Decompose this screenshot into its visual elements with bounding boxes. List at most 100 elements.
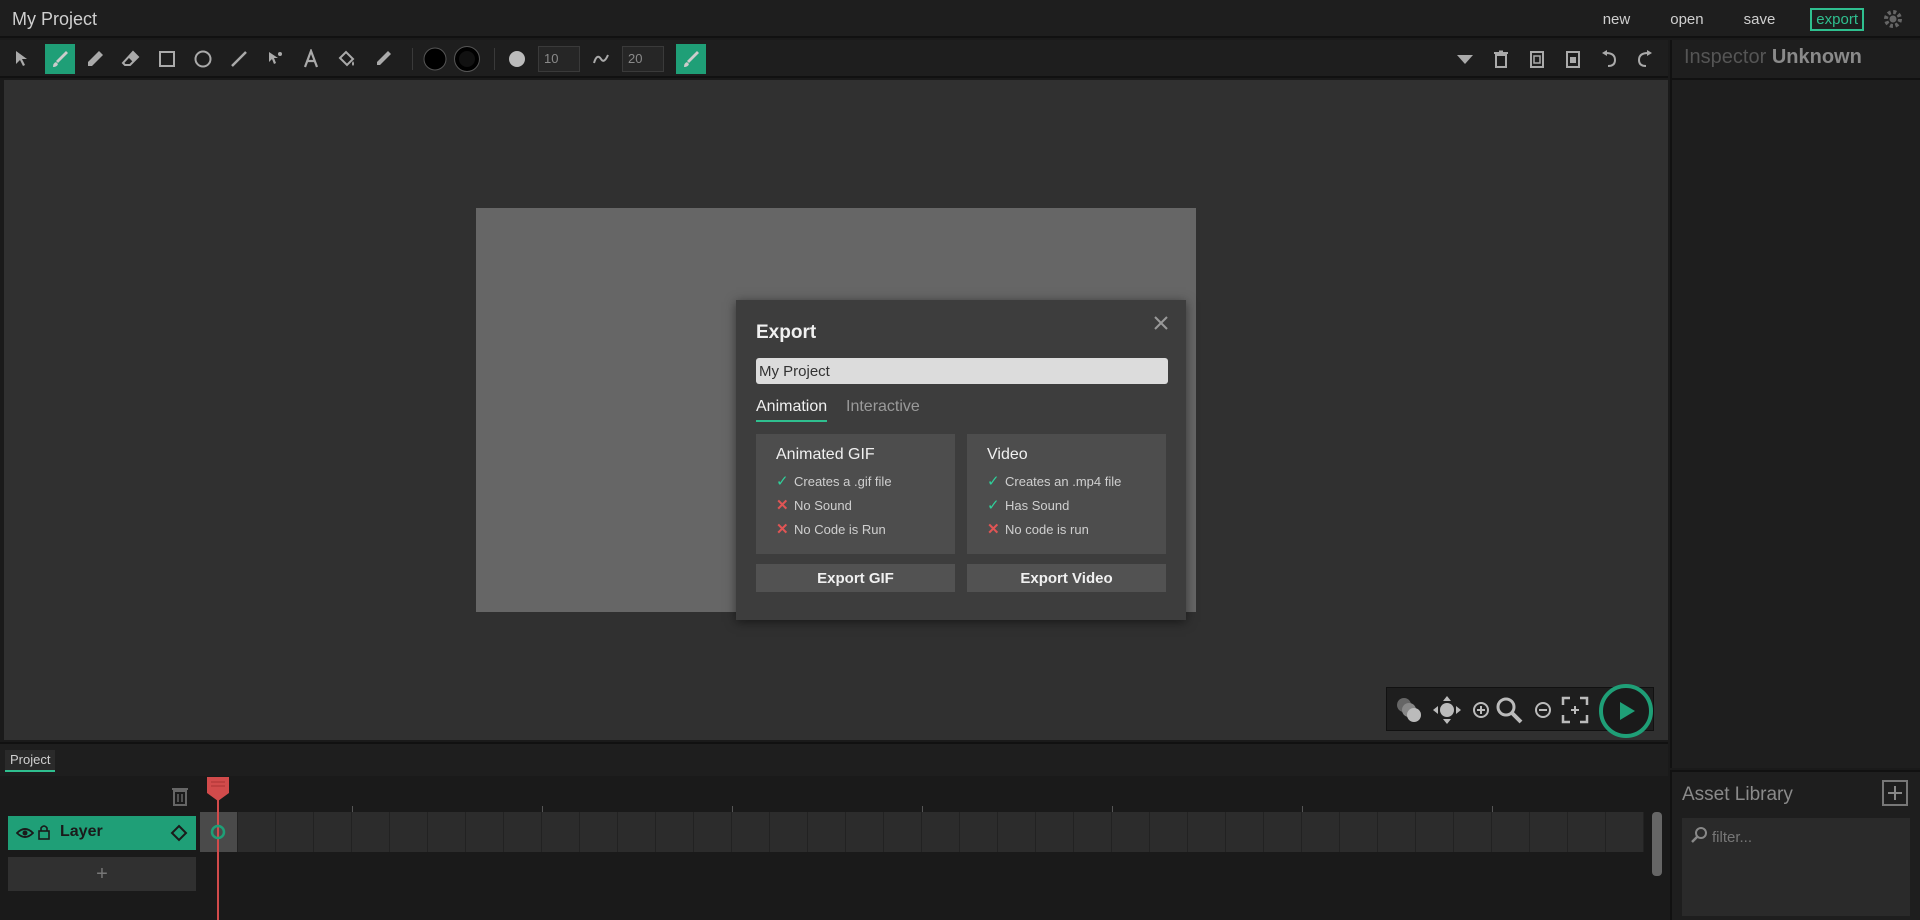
playhead-handle[interactable]: [207, 777, 229, 801]
project-title: My Project: [12, 9, 98, 29]
fill-color-swatch[interactable]: [420, 44, 450, 74]
timeline-frame[interactable]: [656, 812, 694, 852]
timeline-frame[interactable]: [1416, 812, 1454, 852]
text-tool-icon[interactable]: [296, 44, 326, 74]
ellipse-tool-icon[interactable]: [188, 44, 218, 74]
pressure-toggle-icon[interactable]: [676, 44, 706, 74]
rectangle-tool-icon[interactable]: [152, 44, 182, 74]
close-icon[interactable]: [1150, 312, 1172, 334]
eraser-tool-icon[interactable]: [116, 44, 146, 74]
export-video-button[interactable]: Export Video: [967, 564, 1166, 592]
timeline-frame[interactable]: [276, 812, 314, 852]
brush-size-input[interactable]: 10: [538, 46, 580, 72]
timeline-frame[interactable]: [732, 812, 770, 852]
play-button[interactable]: [1599, 684, 1653, 738]
timeline-frame[interactable]: [1492, 812, 1530, 852]
line-tool-icon[interactable]: [224, 44, 254, 74]
pan-move-icon[interactable]: [1431, 694, 1463, 726]
timeline-frame[interactable]: [1112, 812, 1150, 852]
layer-row[interactable]: Layer: [8, 816, 196, 850]
timeline-frame[interactable]: [428, 812, 466, 852]
timeline-frame[interactable]: [314, 812, 352, 852]
cross-icon: ✕: [987, 521, 1000, 538]
cursor-tool-icon[interactable]: [8, 44, 38, 74]
layer-diamond-icon[interactable]: [170, 824, 188, 847]
delete-trash-icon[interactable]: [1486, 44, 1516, 74]
tab-interactive[interactable]: Interactive: [846, 398, 920, 420]
eye-icon[interactable]: [15, 825, 35, 846]
menu-save[interactable]: save: [1739, 9, 1781, 30]
stroke-color-swatch[interactable]: [452, 44, 482, 74]
zoom-magnifier-icon[interactable]: [1493, 694, 1525, 726]
dropdown-caret-icon[interactable]: [1450, 44, 1480, 74]
timeline-frame[interactable]: [352, 812, 390, 852]
timeline-frame[interactable]: [1378, 812, 1416, 852]
export-gif-button[interactable]: Export GIF: [756, 564, 955, 592]
fill-bucket-tool-icon[interactable]: [332, 44, 362, 74]
eyedropper-tool-icon[interactable]: [368, 44, 398, 74]
toolbar-separator: [412, 48, 413, 70]
menu-export[interactable]: export: [1810, 7, 1864, 31]
timeline-frame[interactable]: [504, 812, 542, 852]
copy-icon[interactable]: [1522, 44, 1552, 74]
undo-icon[interactable]: [1594, 44, 1624, 74]
timeline-frame[interactable]: [1530, 812, 1568, 852]
timeline-frame[interactable]: [1188, 812, 1226, 852]
timeline-frame[interactable]: [998, 812, 1036, 852]
tab-project[interactable]: Project: [5, 750, 56, 772]
keyframe-icon[interactable]: [208, 822, 228, 847]
smoothing-input[interactable]: 20: [622, 46, 664, 72]
pencil-tool-icon[interactable]: [80, 44, 110, 74]
timeline-frame[interactable]: [390, 812, 428, 852]
redo-icon[interactable]: [1630, 44, 1660, 74]
timeline-frame[interactable]: [238, 812, 276, 852]
timeline-frame[interactable]: [808, 812, 846, 852]
asset-library-title: Asset Library: [1682, 784, 1793, 805]
timeline-frame[interactable]: [884, 812, 922, 852]
onion-skin-icon[interactable]: [1393, 694, 1425, 726]
timeline-frame[interactable]: [1302, 812, 1340, 852]
layer-name[interactable]: Layer: [60, 823, 103, 841]
timeline-frame[interactable]: [1568, 812, 1606, 852]
add-layer-button[interactable]: +: [8, 857, 196, 891]
timeline-frame[interactable]: [1036, 812, 1074, 852]
check-icon: ✓: [987, 473, 1000, 490]
timeline-frame[interactable]: [1150, 812, 1188, 852]
timeline-frame[interactable]: [694, 812, 732, 852]
timeline-frame[interactable]: [580, 812, 618, 852]
tab-animation[interactable]: Animation: [756, 398, 828, 422]
timeline-scrollbar[interactable]: [1652, 812, 1662, 876]
frame-track[interactable]: [200, 812, 1648, 852]
asset-filter-field[interactable]: filter...: [1690, 826, 1752, 848]
path-tool-icon[interactable]: [260, 44, 290, 74]
paste-icon[interactable]: [1558, 44, 1588, 74]
timeline-frame[interactable]: [542, 812, 580, 852]
timeline-frame[interactable]: [770, 812, 808, 852]
project-name-input[interactable]: [756, 358, 1168, 384]
cross-icon: ✕: [776, 497, 789, 514]
gif-feature: ✕ No Sound: [776, 497, 852, 514]
menu-new[interactable]: new: [1598, 9, 1636, 30]
timeline-frame[interactable]: [618, 812, 656, 852]
brush-size-icon: [502, 44, 532, 74]
timeline-frame[interactable]: [1226, 812, 1264, 852]
brush-tool-icon[interactable]: [45, 44, 75, 74]
timeline-frame[interactable]: [922, 812, 960, 852]
menu-open[interactable]: open: [1665, 9, 1708, 30]
timeline-frame[interactable]: [846, 812, 884, 852]
timeline-frame[interactable]: [1074, 812, 1112, 852]
timeline-frame[interactable]: [1264, 812, 1302, 852]
zoom-out-icon[interactable]: [1527, 694, 1559, 726]
delete-layer-icon[interactable]: [168, 784, 192, 808]
timeline-frame[interactable]: [960, 812, 998, 852]
timeline-frame[interactable]: [1454, 812, 1492, 852]
lock-icon[interactable]: [38, 824, 50, 845]
timeline-frame[interactable]: [466, 812, 504, 852]
check-icon: ✓: [987, 497, 1000, 514]
menu-items: new open save export: [1598, 6, 1920, 32]
timeline-frame[interactable]: [1340, 812, 1378, 852]
settings-gear-icon[interactable]: [1878, 4, 1908, 34]
timeline-frame[interactable]: [1606, 812, 1644, 852]
fit-to-screen-icon[interactable]: [1559, 694, 1591, 726]
add-asset-icon[interactable]: [1882, 780, 1908, 806]
